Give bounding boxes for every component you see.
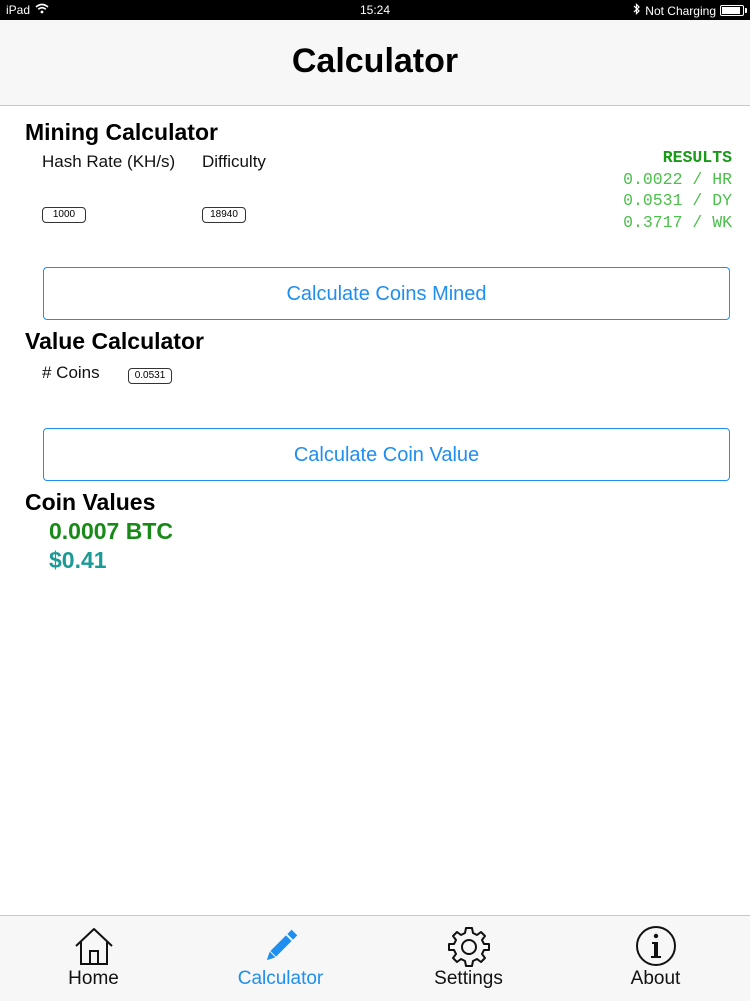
- home-icon: [74, 928, 113, 965]
- mining-results: RESULTS 0.0022 / HR 0.0531 / DY 0.3717 /…: [623, 147, 732, 233]
- hash-rate-input[interactable]: 1000: [42, 207, 86, 223]
- usd-value: $0.41: [49, 547, 107, 573]
- gear-icon: [447, 927, 490, 967]
- mining-calculator-title: Mining Calculator: [25, 119, 218, 145]
- page-title: Calculator: [291, 42, 459, 80]
- navigation-bar: Calculator: [0, 20, 750, 106]
- battery-icon: [720, 5, 747, 16]
- result-per-week: 0.3717 / WK: [623, 212, 732, 232]
- result-per-hour: 0.0022 / HR: [623, 169, 732, 189]
- value-calculator-title: Value Calculator: [25, 328, 204, 354]
- coin-values-title: Coin Values: [25, 489, 156, 515]
- coins-input[interactable]: 0.0531: [128, 368, 172, 384]
- tab-calculator-label: Calculator: [237, 968, 324, 989]
- tab-about-label: About: [630, 968, 681, 989]
- tab-bar: Home Calculator Settings About: [0, 915, 750, 1001]
- info-icon: [635, 926, 676, 966]
- tab-home[interactable]: Home: [0, 916, 187, 1001]
- difficulty-input[interactable]: 18940: [202, 207, 246, 223]
- tab-settings-label: Settings: [434, 968, 503, 989]
- tab-about[interactable]: About: [562, 916, 749, 1001]
- results-header: RESULTS: [662, 148, 732, 167]
- pencil-icon: [266, 929, 297, 961]
- calculate-coins-mined-button[interactable]: Calculate Coins Mined: [43, 267, 730, 320]
- status-bar: iPad 15:24 Not Charging: [0, 0, 750, 20]
- tab-calculator[interactable]: Calculator: [187, 916, 374, 1001]
- difficulty-label: Difficulty: [202, 152, 266, 171]
- btc-value: 0.0007 BTC: [49, 518, 174, 544]
- calculate-coin-value-button[interactable]: Calculate Coin Value: [43, 428, 730, 481]
- result-per-day: 0.0531 / DY: [623, 191, 732, 210]
- hash-rate-label: Hash Rate (KH/s): [42, 152, 176, 171]
- coins-label: # Coins: [42, 363, 100, 382]
- tab-settings[interactable]: Settings: [375, 916, 562, 1001]
- bluetooth-icon: [633, 3, 641, 18]
- charging-status: Not Charging: [645, 3, 716, 18]
- tab-home-label: Home: [68, 968, 119, 989]
